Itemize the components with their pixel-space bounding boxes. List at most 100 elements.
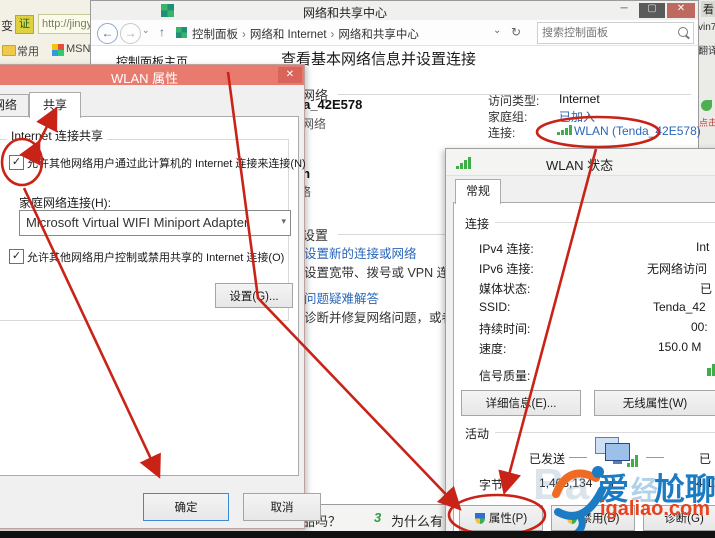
disable-button[interactable]: 禁用(D) <box>551 505 635 531</box>
ok-button[interactable]: 确定 <box>143 493 229 521</box>
row-label: 媒体状态: <box>479 282 531 296</box>
dialog-title: WLAN 属性 <box>111 71 179 86</box>
received-label: 已 <box>699 452 712 466</box>
bookmark-changyong[interactable]: 常用 <box>17 43 39 59</box>
tab-network[interactable]: 网络 <box>0 94 29 117</box>
access-type-value: Internet <box>559 92 600 106</box>
wlan-properties-dialog: WLAN 属性 ✕ 网络 共享 Internet 连接共享 ✓ 允许其他网络用户… <box>0 64 321 529</box>
details-button[interactable]: 详细信息(E)... <box>461 390 581 416</box>
forward-button[interactable]: → <box>120 23 141 44</box>
check-icon: ✓ <box>11 250 22 262</box>
activity-group-label: 活动 <box>465 427 490 441</box>
address-dropdown-icon[interactable]: ⌄ <box>493 25 501 36</box>
properties-button-label: 属性(P) <box>488 513 528 525</box>
diagnose-button[interactable]: 诊断(G) <box>643 505 715 531</box>
homegroup-link[interactable]: 已加入 <box>559 108 595 125</box>
ok-button-label: 确定 <box>174 502 198 514</box>
breadcrumb: 控制面板 › 网络和 Internet › 网络和共享中心 <box>192 26 419 42</box>
folder-icon <box>2 45 16 56</box>
wifi-signal-icon <box>456 157 471 169</box>
breadcrumb-network-sharing[interactable]: 网络和共享中心 <box>338 29 419 41</box>
address-badge-prefix: 变 <box>1 19 14 33</box>
group-divider <box>495 222 715 223</box>
row-label: IPv6 连接: <box>479 262 534 276</box>
sent-dash <box>569 457 587 458</box>
wlan-connection-link[interactable]: WLAN (Tenda_42E578) <box>574 124 701 138</box>
wifi-signal-icon <box>557 125 572 135</box>
screenshot-stage: 变 证 http://jingy 常用 MSN.co 看 vin7 翻译 点击 … <box>0 0 715 538</box>
cancel-button[interactable]: 取消 <box>243 493 321 521</box>
minimize-button[interactable]: ─ <box>611 3 637 18</box>
settings-button-label: 设置(G)... <box>229 290 279 303</box>
row-label: 速度: <box>479 342 507 356</box>
tab-sharing-label: 共享 <box>42 98 67 112</box>
diagnose-button-label: 诊断(G) <box>664 513 704 525</box>
bytes-sent-value: 1,408,134 <box>539 476 593 490</box>
row-value: 无网络访问 <box>647 262 708 276</box>
titlebar[interactable] <box>91 1 698 21</box>
allow-control-label: 允许其他网络用户控制或禁用共享的 Internet 连接(O) <box>27 252 285 264</box>
right-fragment-look: 看 <box>701 1 715 17</box>
right-fragment-win7: vin7 <box>698 22 715 33</box>
bottom-rank-number: 3 <box>374 510 382 525</box>
bytes-label: 字节: <box>479 478 507 492</box>
bytes-separator: | <box>611 476 615 490</box>
check-icon: ✓ <box>11 156 22 168</box>
access-type-label: 访问类型: <box>488 94 540 108</box>
cancel-button-label: 取消 <box>270 502 294 514</box>
tab-network-label: 网络 <box>0 98 17 112</box>
verify-badge[interactable]: 证 <box>15 15 34 34</box>
address-input[interactable]: http://jingy <box>38 14 97 34</box>
settings-button[interactable]: 设置(G)... <box>215 283 293 308</box>
connection-group-label: 连接 <box>465 217 490 231</box>
breadcrumb-separator-icon: › <box>330 29 335 41</box>
wireless-properties-button[interactable]: 无线属性(W) <box>594 390 715 416</box>
received-dash <box>646 457 664 458</box>
tab-general[interactable]: 常规 <box>455 179 501 204</box>
allow-connect-label: 允许其他网络用户通过此计算机的 Internet 连接来连接(N) <box>27 158 306 170</box>
close-button[interactable]: ✕ <box>667 3 695 18</box>
breadcrumb-network-internet[interactable]: 网络和 Internet <box>250 29 327 41</box>
disable-button-label: 禁用(D) <box>580 513 620 525</box>
msn-logo-icon <box>52 44 64 56</box>
properties-button[interactable]: 属性(P) <box>459 505 543 531</box>
homegroup-label: 家庭组: <box>488 110 528 124</box>
maximize-button[interactable]: ▢ <box>639 3 665 18</box>
window-title: 网络和共享中心 <box>303 6 388 20</box>
right-fragment-translate: 翻译 <box>698 46 715 57</box>
adapter-select-value: Microsoft Virtual WIFI Miniport Adapter <box>26 215 249 230</box>
bytes-received-value: 4,17 <box>696 476 715 490</box>
up-button[interactable]: ↑ <box>153 24 171 41</box>
connections-label: 连接: <box>488 126 516 140</box>
allow-control-checkbox[interactable]: ✓ <box>9 249 24 264</box>
search-box[interactable] <box>537 22 694 44</box>
search-input[interactable] <box>540 24 674 42</box>
details-button-label: 详细信息(E)... <box>485 398 557 410</box>
tab-sharing[interactable]: 共享 <box>29 92 81 118</box>
sent-label: 已发送 <box>529 452 566 466</box>
group-divider <box>495 432 715 433</box>
ics-group-label: Internet 连接共享 <box>7 127 108 144</box>
back-button[interactable]: ← <box>97 23 118 44</box>
bottom-question-2[interactable]: 为什么有 <box>391 511 443 530</box>
allow-connect-checkbox[interactable]: ✓ <box>9 155 24 170</box>
row-value: 已 <box>700 282 713 296</box>
shield-icon <box>566 512 577 524</box>
tab-general-label: 常规 <box>465 184 490 198</box>
chevron-down-icon: ▾ <box>281 216 286 226</box>
link-troubleshoot[interactable]: 问题疑难解答 <box>304 288 379 307</box>
breadcrumb-control-panel[interactable]: 控制面板 <box>192 29 238 41</box>
row-value: 150.0 M <box>658 340 702 354</box>
home-connection-label: 家庭网络连接(H): <box>19 196 111 210</box>
dialog-close-button[interactable]: ✕ <box>278 67 302 83</box>
history-dropdown-icon[interactable]: ⌄ <box>142 25 150 36</box>
link-setup-new-connection[interactable]: 设置新的连接或网络 <box>304 243 417 262</box>
adapter-select[interactable]: Microsoft Virtual WIFI Miniport Adapter … <box>19 210 291 236</box>
row-label: 持续时间: <box>479 322 531 336</box>
row-label: SSID: <box>479 300 511 314</box>
breadcrumb-location-icon <box>176 27 187 38</box>
refresh-icon[interactable]: ↻ <box>511 25 521 39</box>
row-value: Tenda_42 <box>653 300 706 314</box>
row-label: 信号质量: <box>479 369 531 383</box>
status-dialog-title: WLAN 状态 <box>546 158 614 173</box>
